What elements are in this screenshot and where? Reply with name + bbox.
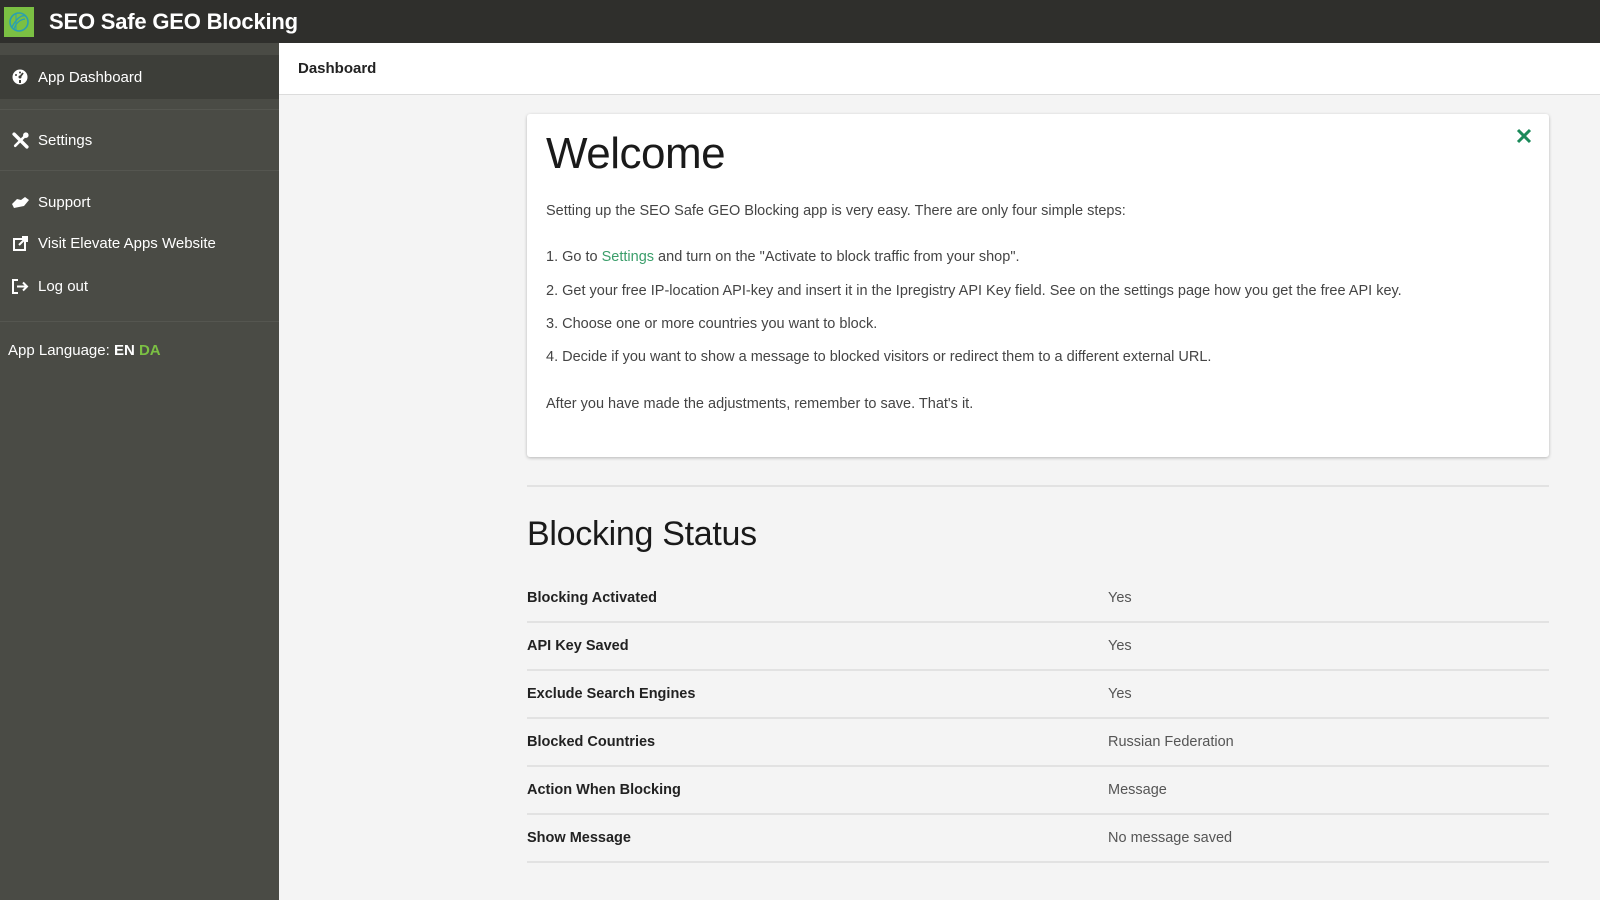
close-button[interactable]	[1513, 125, 1535, 147]
status-value: Russian Federation	[1108, 734, 1234, 750]
status-row: Blocking Activated Yes	[527, 575, 1549, 623]
sidebar-item-label: Log out	[38, 277, 89, 295]
external-link-icon	[10, 233, 30, 253]
welcome-step-3: 3. Choose one or more countries you want…	[546, 315, 878, 332]
language-da[interactable]: DA	[139, 342, 161, 359]
sidebar-item-label: Support	[38, 193, 91, 211]
status-value: Yes	[1108, 590, 1132, 606]
breadcrumb: Dashboard	[279, 43, 1600, 95]
sidebar-item-app-dashboard[interactable]: App Dashboard	[0, 55, 279, 99]
status-label: Exclude Search Engines	[527, 686, 696, 702]
step-text: and turn on the "Activate to block traff…	[654, 249, 1020, 266]
sidebar-item-label: Visit Elevate Apps Website	[38, 234, 216, 252]
status-label: API Key Saved	[527, 638, 629, 654]
blocking-status-table: Blocking Activated Yes API Key Saved Yes E…	[527, 575, 1549, 863]
sidebar-item-log-out[interactable]: Log out	[0, 265, 279, 307]
welcome-step-1: 1. Go to Settings and turn on the "Activ…	[546, 249, 1530, 266]
globe-leaf-logo-icon	[9, 11, 29, 32]
status-label: Action When Blocking	[527, 782, 681, 798]
status-label: Blocked Countries	[527, 734, 656, 750]
app-title: SEO Safe GEO Blocking	[49, 8, 298, 34]
sidebar-item-settings[interactable]: Settings	[0, 110, 279, 170]
dashboard-gauge-icon	[10, 67, 30, 87]
status-value: No message saved	[1108, 830, 1233, 846]
welcome-outro: After you have made the adjustments, rem…	[546, 395, 974, 412]
language-label: App Language:	[8, 342, 110, 359]
settings-link[interactable]: Settings	[602, 249, 654, 265]
status-value: Yes	[1108, 638, 1132, 654]
status-row: Exclude Search Engines Yes	[527, 671, 1549, 719]
welcome-intro: Setting up the SEO Safe GEO Blocking app…	[546, 202, 1126, 219]
status-row: Blocked Countries Russian Federation	[527, 719, 1549, 767]
app-logo	[4, 6, 34, 37]
close-x-icon	[1516, 128, 1532, 144]
welcome-card: Welcome Setting up the SEO Safe GEO Bloc…	[527, 114, 1549, 457]
status-row: Action When Blocking Message	[527, 767, 1549, 815]
tools-icon	[10, 130, 30, 150]
sign-out-icon	[10, 276, 30, 296]
status-label: Blocking Activated	[527, 590, 657, 606]
sidebar-item-label: App Dashboard	[38, 68, 143, 86]
sidebar: App Dashboard Settings Support Visit Ele…	[0, 43, 279, 900]
sidebar-item-visit-website[interactable]: Visit Elevate Apps Website	[0, 221, 279, 265]
handshake-icon	[10, 192, 30, 212]
breadcrumb-dashboard: Dashboard	[298, 60, 377, 77]
sidebar-item-support[interactable]: Support	[0, 183, 279, 221]
top-bar: SEO Safe GEO Blocking	[0, 0, 1600, 43]
welcome-step-4: 4. Decide if you want to show a message …	[546, 349, 1212, 366]
status-value: Yes	[1108, 686, 1132, 702]
language-en[interactable]: EN	[114, 342, 135, 359]
status-row: Show Message No message saved	[527, 815, 1549, 863]
status-row: API Key Saved Yes	[527, 623, 1549, 671]
welcome-step-2: 2. Get your free IP-location API-key and…	[546, 282, 1402, 299]
welcome-title: Welcome	[546, 129, 726, 178]
status-label: Show Message	[527, 830, 631, 846]
step-text: 1. Go to	[546, 249, 602, 266]
blocking-status-title: Blocking Status	[527, 515, 757, 553]
status-value: Message	[1108, 782, 1167, 798]
section-divider	[527, 485, 1549, 487]
app-language: App Language: EN DA	[0, 342, 279, 359]
sidebar-item-label: Settings	[38, 131, 93, 149]
